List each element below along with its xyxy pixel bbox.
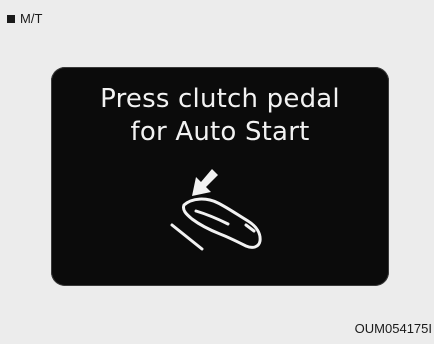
pedal-bar-icon bbox=[170, 223, 204, 251]
press-arrow-icon bbox=[192, 169, 218, 196]
foot-icon bbox=[182, 197, 262, 249]
cluster-display-panel: Press clutch pedal for Auto Start bbox=[51, 67, 389, 286]
square-bullet-icon bbox=[7, 14, 15, 23]
display-message-line2: for Auto Start bbox=[130, 117, 310, 147]
manual-page: M/T Press clutch pedal for Auto Start OU… bbox=[0, 0, 434, 344]
clutch-pedal-press-icon bbox=[170, 169, 262, 251]
transmission-label: M/T bbox=[20, 11, 43, 26]
display-message-line1: Press clutch pedal bbox=[100, 84, 340, 114]
transmission-header: M/T bbox=[7, 11, 42, 26]
figure-id: OUM054175I bbox=[354, 321, 432, 336]
